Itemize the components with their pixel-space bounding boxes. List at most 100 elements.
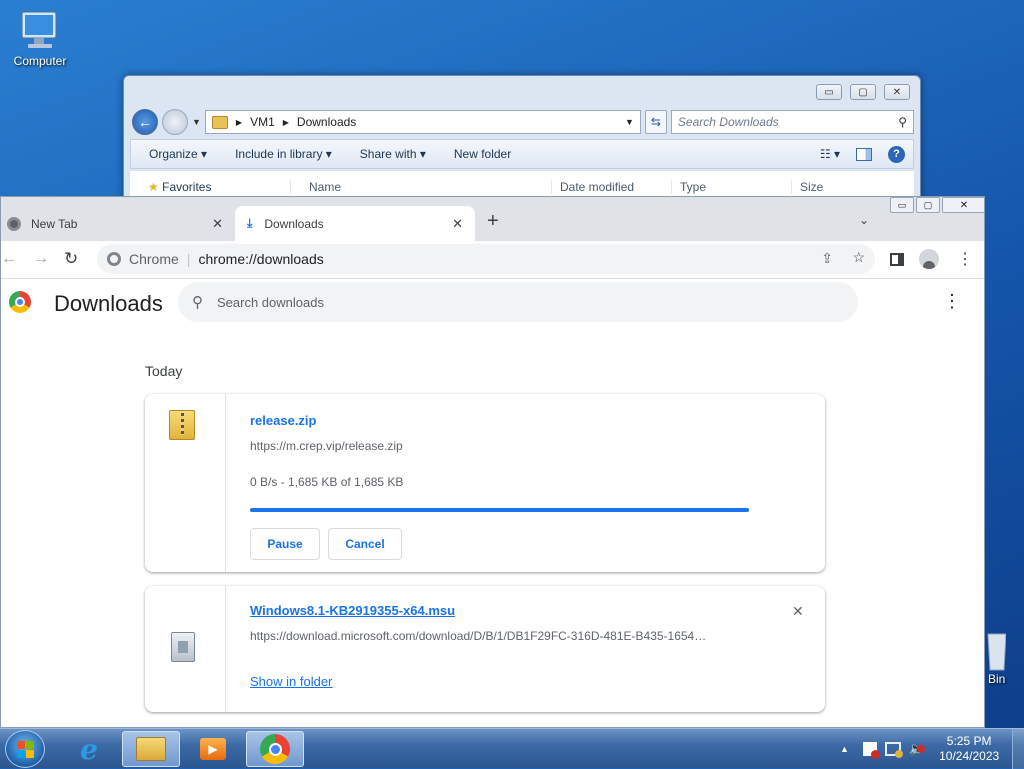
minimize-button[interactable]: ▭ xyxy=(890,197,914,213)
internet-explorer-icon: e xyxy=(80,732,98,766)
back-button[interactable]: ← xyxy=(132,109,158,135)
tab-search-icon[interactable]: ⌄ xyxy=(859,213,869,227)
chrome-toolbar: ← → ↻ Chrome | chrome://downloads ⇪ ☆ ⋮ xyxy=(1,241,984,279)
reload-icon[interactable]: ↻ xyxy=(64,249,78,269)
recycle-bin-icon xyxy=(987,633,1006,671)
system-tray: ▲ 🔈 5:25 PM 10/24/2023 xyxy=(840,729,1024,769)
profile-avatar[interactable] xyxy=(919,249,939,269)
back-arrow-icon[interactable]: ← xyxy=(1,250,17,268)
forward-button[interactable] xyxy=(162,109,188,135)
download-icon: ⤓ xyxy=(247,216,253,230)
tab-label: Downloads xyxy=(264,216,324,231)
explorer-search-placeholder: Search Downloads xyxy=(677,115,779,129)
network-icon[interactable] xyxy=(884,742,903,758)
include-in-library-menu[interactable]: Include in library ▾ xyxy=(235,147,332,161)
show-hidden-icons-icon[interactable]: ▲ xyxy=(840,744,849,754)
chrome-icon xyxy=(260,734,290,764)
action-center-icon[interactable] xyxy=(862,742,880,759)
bookmark-star-icon[interactable]: ☆ xyxy=(852,249,865,266)
maximize-button[interactable]: ▢ xyxy=(916,197,940,213)
explorer-close-button[interactable]: ✕ xyxy=(884,84,910,100)
taskbar: e ▶ ▲ 🔈 5:25 PM 10/24/2023 xyxy=(0,728,1024,769)
omnibox-site-label: Chrome xyxy=(129,251,179,267)
pause-button[interactable]: Pause xyxy=(250,528,320,560)
favorites-nav-item[interactable]: ★ Favorites xyxy=(130,180,290,194)
downloads-page: Downloads ⚲ Search downloads ⋮ Today rel… xyxy=(1,279,984,727)
refresh-button[interactable]: ⇆ xyxy=(644,110,667,134)
explorer-maximize-button[interactable]: ▢ xyxy=(850,84,876,100)
download-progress-fill xyxy=(250,508,749,512)
download-source-url: https://download.microsoft.com/download/… xyxy=(250,629,707,643)
recycle-bin-desktop-icon[interactable]: Bin xyxy=(986,630,1024,686)
chrome-logo-icon xyxy=(9,291,31,313)
explorer-window: ▭ ▢ ✕ ← ▼ ▶ VM1 ▶ Downloads ▼ ⇆ Search D… xyxy=(123,75,921,205)
new-tab-button[interactable]: + xyxy=(487,210,499,233)
view-options-icon[interactable]: ☷ ▾ xyxy=(820,147,840,161)
download-filename[interactable]: Windows8.1-KB2919355-x64.msu xyxy=(250,603,455,618)
breadcrumb-arrow-icon: ▶ xyxy=(282,117,289,127)
explorer-search-input[interactable]: Search Downloads ⚲ xyxy=(670,110,914,134)
monitor-icon xyxy=(21,11,57,48)
close-window-button[interactable]: ✕ xyxy=(942,197,984,213)
breadcrumb-item[interactable]: VM1 xyxy=(250,115,275,129)
search-icon: ⚲ xyxy=(192,294,203,311)
share-with-menu[interactable]: Share with ▾ xyxy=(360,147,426,161)
page-menu-icon[interactable]: ⋮ xyxy=(943,291,961,312)
computer-label: Computer xyxy=(13,54,67,68)
close-tab-icon[interactable]: ✕ xyxy=(452,216,463,232)
computer-desktop-icon[interactable]: Computer xyxy=(10,8,70,68)
start-button[interactable] xyxy=(5,730,45,768)
omnibox-url: chrome://downloads xyxy=(198,251,324,267)
share-icon[interactable]: ⇪ xyxy=(821,250,833,267)
help-icon[interactable]: ? xyxy=(888,145,905,163)
downloads-search-input[interactable]: ⚲ Search downloads xyxy=(178,282,858,322)
remove-download-icon[interactable]: ✕ xyxy=(792,603,804,620)
clock[interactable]: 5:25 PM 10/24/2023 xyxy=(939,734,999,764)
recent-pages-icon[interactable]: ▼ xyxy=(192,117,201,127)
taskbar-ie-button[interactable]: e xyxy=(60,731,118,767)
volume-muted-icon[interactable]: 🔈 xyxy=(909,741,925,757)
show-in-folder-link[interactable]: Show in folder xyxy=(250,674,332,689)
side-panel-icon[interactable] xyxy=(890,253,904,266)
taskbar-chrome-button[interactable] xyxy=(246,731,304,767)
omnibox[interactable]: Chrome | chrome://downloads ⇪ ☆ xyxy=(97,244,875,274)
explorer-nav-bar: ← ▼ ▶ VM1 ▶ Downloads ▼ ⇆ Search Downloa… xyxy=(132,108,914,136)
tab-strip: New Tab ✕ ⤓ Downloads ✕ + ⌄ ▭ ▢ ✕ xyxy=(1,197,984,241)
download-item: release.zip https://m.crep.vip/release.z… xyxy=(145,394,825,572)
column-header-size[interactable]: Size xyxy=(791,180,871,194)
address-dropdown-icon[interactable]: ▼ xyxy=(625,117,634,127)
preview-pane-icon[interactable] xyxy=(856,147,872,161)
chrome-window: New Tab ✕ ⤓ Downloads ✕ + ⌄ ▭ ▢ ✕ ← → ↻ … xyxy=(0,196,985,728)
chrome-menu-icon[interactable]: ⋮ xyxy=(957,249,973,269)
column-header-type[interactable]: Type xyxy=(671,180,791,194)
explorer-minimize-button[interactable]: ▭ xyxy=(816,84,842,100)
close-tab-icon[interactable]: ✕ xyxy=(212,216,223,232)
clock-time: 5:25 PM xyxy=(946,734,992,748)
download-item: Windows8.1-KB2919355-x64.msu ✕ https://d… xyxy=(145,586,825,712)
omnibox-divider: | xyxy=(186,251,191,267)
download-filename[interactable]: release.zip xyxy=(250,413,317,428)
taskbar-media-player-button[interactable]: ▶ xyxy=(184,731,242,767)
page-title: Downloads xyxy=(54,291,163,316)
column-header-date[interactable]: Date modified xyxy=(551,180,671,194)
forward-arrow-icon[interactable]: → xyxy=(33,250,49,268)
breadcrumb-arrow-icon: ▶ xyxy=(235,117,243,127)
explorer-command-bar: Organize ▾ Include in library ▾ Share wi… xyxy=(130,139,914,169)
star-icon: ★ xyxy=(148,180,159,194)
explorer-address-bar[interactable]: ▶ VM1 ▶ Downloads ▼ xyxy=(204,110,641,134)
tab-downloads[interactable]: ⤓ Downloads ✕ xyxy=(235,206,475,241)
tab-label: New Tab xyxy=(31,216,78,231)
chrome-icon xyxy=(7,216,21,231)
taskbar-explorer-button[interactable] xyxy=(122,731,180,767)
organize-menu[interactable]: Organize ▾ xyxy=(149,147,207,161)
new-folder-button[interactable]: New folder xyxy=(454,147,511,161)
breadcrumb-item[interactable]: Downloads xyxy=(297,115,356,129)
column-header-name[interactable]: Name xyxy=(290,180,551,194)
tab-new-tab[interactable]: New Tab ✕ xyxy=(1,206,233,241)
installer-file-icon xyxy=(171,632,195,662)
folder-icon xyxy=(211,115,228,129)
show-desktop-button[interactable] xyxy=(1012,729,1024,769)
media-player-icon: ▶ xyxy=(200,738,226,760)
person-icon xyxy=(923,261,935,269)
cancel-button[interactable]: Cancel xyxy=(328,528,402,560)
